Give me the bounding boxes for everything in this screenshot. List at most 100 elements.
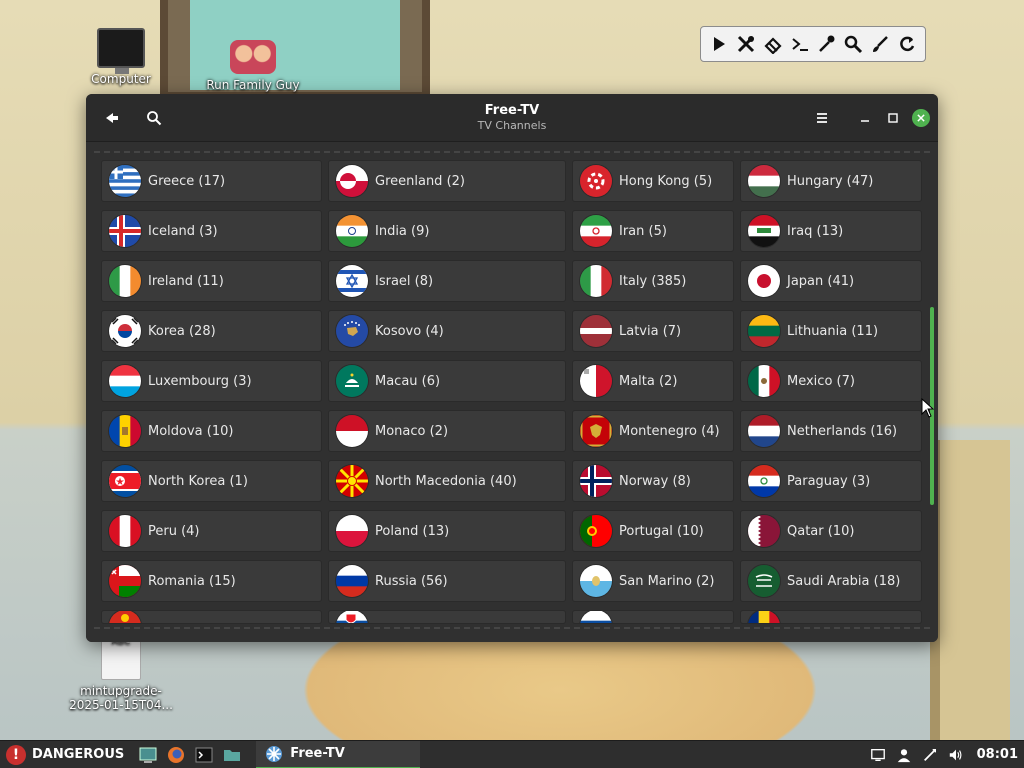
india-flag-icon — [336, 215, 368, 247]
minimize-button[interactable] — [851, 104, 879, 132]
maximize-button[interactable] — [879, 104, 907, 132]
country-item[interactable]: San Marino (2) — [572, 560, 734, 602]
list-top-separator — [94, 151, 930, 153]
country-item[interactable]: Italy (385) — [572, 260, 734, 302]
terminal-launcher[interactable] — [190, 741, 218, 768]
start-menu-label: DANGEROUS — [32, 747, 125, 762]
country-item[interactable]: Monaco (2) — [328, 410, 566, 452]
show-desktop-button[interactable] — [134, 741, 162, 768]
partial-blue-flag-icon — [580, 611, 612, 623]
country-item[interactable]: Israel (8) — [328, 260, 566, 302]
refresh-icon[interactable] — [894, 30, 919, 58]
desktop-icon-label: Computer — [91, 72, 151, 86]
desktop-icon-computer[interactable]: Computer — [66, 28, 176, 86]
country-item[interactable]: Japan (41) — [740, 260, 922, 302]
country-label: Hong Kong (5) — [619, 173, 713, 189]
country-item[interactable]: Macau (6) — [328, 360, 566, 402]
firefox-launcher[interactable] — [162, 741, 190, 768]
country-item[interactable]: Mexico (7) — [740, 360, 922, 402]
country-item[interactable] — [328, 610, 566, 624]
country-list: Greece (17) Greenland (2) Hong Kong (5) Hu… — [86, 142, 938, 642]
country-label: Russia (56) — [375, 573, 448, 589]
country-item[interactable]: Netherlands (16) — [740, 410, 922, 452]
tools-icon[interactable] — [734, 30, 759, 58]
play-icon[interactable] — [707, 30, 732, 58]
country-item[interactable]: Iraq (13) — [740, 210, 922, 252]
country-item[interactable]: Luxembourg (3) — [101, 360, 322, 402]
header-bar: Free-TV TV Channels — [86, 94, 938, 142]
country-label: Portugal (10) — [619, 523, 704, 539]
country-item[interactable]: North Korea (1) — [101, 460, 322, 502]
norway-flag-icon — [580, 465, 612, 497]
country-item[interactable]: Greenland (2) — [328, 160, 566, 202]
country-item[interactable]: Peru (4) — [101, 510, 322, 552]
country-item[interactable]: Russia (56) — [328, 560, 566, 602]
country-item[interactable]: Ireland (11) — [101, 260, 322, 302]
country-item[interactable]: Latvia (7) — [572, 310, 734, 352]
volume-icon[interactable] — [947, 746, 965, 764]
malta-flag-icon — [580, 365, 612, 397]
iceland-flag-icon — [109, 215, 141, 247]
display-icon[interactable] — [869, 746, 887, 764]
country-label: Monaco (2) — [375, 423, 449, 439]
country-label: Italy (385) — [619, 273, 687, 289]
close-button[interactable] — [907, 104, 935, 132]
ireland-flag-icon — [109, 265, 141, 297]
eyedropper-icon[interactable] — [814, 30, 839, 58]
country-label: Greenland (2) — [375, 173, 465, 189]
country-item[interactable]: Qatar (10) — [740, 510, 922, 552]
terminal-icon[interactable] — [787, 30, 812, 58]
country-item[interactable]: Malta (2) — [572, 360, 734, 402]
country-item[interactable]: Iceland (3) — [101, 210, 322, 252]
country-label: Romania (15) — [148, 573, 236, 589]
country-item[interactable]: Norway (8) — [572, 460, 734, 502]
greenland-flag-icon — [336, 165, 368, 197]
country-item[interactable]: Portugal (10) — [572, 510, 734, 552]
country-item[interactable]: Poland (13) — [328, 510, 566, 552]
country-item[interactable]: Moldova (10) — [101, 410, 322, 452]
country-item[interactable]: Korea (28) — [101, 310, 322, 352]
files-launcher[interactable] — [218, 741, 246, 768]
country-label: Poland (13) — [375, 523, 450, 539]
eraser-icon[interactable] — [761, 30, 786, 58]
country-item[interactable]: Greece (17) — [101, 160, 322, 202]
maximize-icon — [888, 113, 898, 123]
portugal-flag-icon — [580, 515, 612, 547]
country-item[interactable]: Montenegro (4) — [572, 410, 734, 452]
country-item[interactable]: Iran (5) — [572, 210, 734, 252]
country-item[interactable]: Saudi Arabia (18) — [740, 560, 922, 602]
main-menu-button[interactable] — [808, 104, 836, 132]
country-item[interactable]: Hong Kong (5) — [572, 160, 734, 202]
desktop-icon-run-family-guy[interactable]: Run Family Guy — [198, 40, 308, 92]
iran-flag-icon — [580, 215, 612, 247]
country-label: Hungary (47) — [787, 173, 874, 189]
mouse-cursor-icon — [921, 398, 935, 418]
clock[interactable]: 08:01 — [977, 747, 1018, 762]
brush-icon[interactable] — [868, 30, 893, 58]
country-item[interactable] — [101, 610, 322, 624]
taskbar-window-free-tv[interactable]: Free-TV — [256, 740, 421, 768]
country-label: India (9) — [375, 223, 430, 239]
start-menu-button[interactable]: ! DANGEROUS — [0, 741, 134, 768]
country-item[interactable]: India (9) — [328, 210, 566, 252]
floating-toolbar — [700, 26, 926, 62]
country-item[interactable]: Kosovo (4) — [328, 310, 566, 352]
country-item[interactable]: Lithuania (11) — [740, 310, 922, 352]
country-item[interactable]: North Macedonia (40) — [328, 460, 566, 502]
country-item[interactable]: Paraguay (3) — [740, 460, 922, 502]
country-item[interactable] — [572, 610, 734, 624]
desktop-icon-label-line1: mintupgrade- — [80, 684, 162, 698]
macedonia-flag-icon — [336, 465, 368, 497]
country-label: Qatar (10) — [787, 523, 855, 539]
desktop-icon-mintupgrade-log[interactable]: ABC mintupgrade- 2025-01-15T04... — [66, 634, 176, 712]
system-tray: 08:01 — [869, 746, 1024, 764]
country-item[interactable] — [740, 610, 922, 624]
oman-flag-icon — [109, 565, 141, 597]
country-item[interactable]: Romania (15) — [101, 560, 322, 602]
country-item[interactable]: Hungary (47) — [740, 160, 922, 202]
saudi-flag-icon — [748, 565, 780, 597]
magnifier-icon[interactable] — [841, 30, 866, 58]
user-icon[interactable] — [895, 746, 913, 764]
country-label: Iceland (3) — [148, 223, 218, 239]
network-icon[interactable] — [921, 746, 939, 764]
